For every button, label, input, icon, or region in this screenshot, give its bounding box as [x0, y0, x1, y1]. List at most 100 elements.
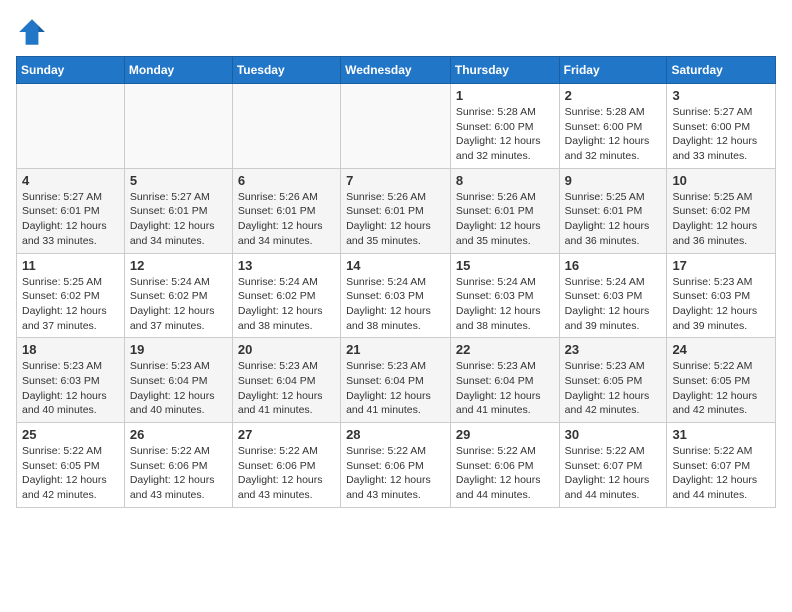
day-info: Sunrise: 5:22 AMSunset: 6:06 PMDaylight:… — [346, 444, 445, 503]
day-info: Sunrise: 5:25 AMSunset: 6:01 PMDaylight:… — [565, 190, 662, 249]
calendar-cell — [341, 84, 451, 169]
day-number: 28 — [346, 427, 445, 442]
day-info: Sunrise: 5:26 AMSunset: 6:01 PMDaylight:… — [346, 190, 445, 249]
day-info: Sunrise: 5:23 AMSunset: 6:04 PMDaylight:… — [456, 359, 554, 418]
calendar-cell: 4 Sunrise: 5:27 AMSunset: 6:01 PMDaylight… — [17, 168, 125, 253]
header-thursday: Thursday — [450, 57, 559, 84]
calendar-cell: 24 Sunrise: 5:22 AMSunset: 6:05 PMDayligh… — [667, 338, 776, 423]
calendar-cell: 21Sunrise: 5:23 AMSunset: 6:04 PMDayligh… — [341, 338, 451, 423]
day-number: 19 — [130, 342, 227, 357]
calendar-cell: 2Sunrise: 5:28 AMSunset: 6:00 PMDaylight… — [559, 84, 667, 169]
day-info: Sunrise: 5:25 AMSunset: 6:02 PMDaylight:… — [22, 275, 119, 334]
calendar-cell: 20Sunrise: 5:23 AMSunset: 6:04 PMDayligh… — [232, 338, 340, 423]
calendar-cell: 23 Sunrise: 5:23 AMSunset: 6:05 PMDayligh… — [559, 338, 667, 423]
day-number: 25 — [22, 427, 119, 442]
calendar-week-3: 11 Sunrise: 5:25 AMSunset: 6:02 PMDayligh… — [17, 253, 776, 338]
day-info: Sunrise: 5:24 AMSunset: 6:03 PMDaylight:… — [346, 275, 445, 334]
calendar-cell — [124, 84, 232, 169]
day-number: 7 — [346, 173, 445, 188]
day-info: Sunrise: 5:22 AMSunset: 6:05 PMDaylight:… — [22, 444, 119, 503]
day-number: 15 — [456, 258, 554, 273]
calendar-cell: 5 Sunrise: 5:27 AMSunset: 6:01 PMDaylight… — [124, 168, 232, 253]
calendar-header-row: SundayMondayTuesdayWednesdayThursdayFrid… — [17, 57, 776, 84]
calendar: SundayMondayTuesdayWednesdayThursdayFrid… — [16, 56, 776, 508]
day-number: 9 — [565, 173, 662, 188]
day-info: Sunrise: 5:28 AMSunset: 6:00 PMDaylight:… — [456, 105, 554, 164]
header-saturday: Saturday — [667, 57, 776, 84]
calendar-cell: 25 Sunrise: 5:22 AMSunset: 6:05 PMDayligh… — [17, 423, 125, 508]
calendar-cell: 14 Sunrise: 5:24 AMSunset: 6:03 PMDayligh… — [341, 253, 451, 338]
page-header — [16, 16, 776, 48]
day-info: Sunrise: 5:23 AMSunset: 6:03 PMDaylight:… — [22, 359, 119, 418]
calendar-cell: 28 Sunrise: 5:22 AMSunset: 6:06 PMDayligh… — [341, 423, 451, 508]
day-info: Sunrise: 5:23 AMSunset: 6:03 PMDaylight:… — [672, 275, 770, 334]
day-info: Sunrise: 5:27 AMSunset: 6:00 PMDaylight:… — [672, 105, 770, 164]
day-info: Sunrise: 5:28 AMSunset: 6:00 PMDaylight:… — [565, 105, 662, 164]
calendar-cell: 18 Sunrise: 5:23 AMSunset: 6:03 PMDayligh… — [17, 338, 125, 423]
calendar-cell: 7 Sunrise: 5:26 AMSunset: 6:01 PMDaylight… — [341, 168, 451, 253]
day-number: 18 — [22, 342, 119, 357]
day-number: 3 — [672, 88, 770, 103]
day-info: Sunrise: 5:23 AMSunset: 6:05 PMDaylight:… — [565, 359, 662, 418]
calendar-cell: 27Sunrise: 5:22 AMSunset: 6:06 PMDayligh… — [232, 423, 340, 508]
calendar-week-5: 25 Sunrise: 5:22 AMSunset: 6:05 PMDayligh… — [17, 423, 776, 508]
day-number: 10 — [672, 173, 770, 188]
day-number: 22 — [456, 342, 554, 357]
calendar-cell: 19 Sunrise: 5:23 AMSunset: 6:04 PMDayligh… — [124, 338, 232, 423]
calendar-cell — [232, 84, 340, 169]
day-number: 27 — [238, 427, 335, 442]
calendar-cell: 30 Sunrise: 5:22 AMSunset: 6:07 PMDayligh… — [559, 423, 667, 508]
day-info: Sunrise: 5:22 AMSunset: 6:06 PMDaylight:… — [130, 444, 227, 503]
day-number: 6 — [238, 173, 335, 188]
calendar-cell: 1Sunrise: 5:28 AMSunset: 6:00 PMDaylight… — [450, 84, 559, 169]
calendar-cell: 6 Sunrise: 5:26 AMSunset: 6:01 PMDaylight… — [232, 168, 340, 253]
day-number: 30 — [565, 427, 662, 442]
day-info: Sunrise: 5:26 AMSunset: 6:01 PMDaylight:… — [456, 190, 554, 249]
day-number: 23 — [565, 342, 662, 357]
header-sunday: Sunday — [17, 57, 125, 84]
day-info: Sunrise: 5:22 AMSunset: 6:07 PMDaylight:… — [672, 444, 770, 503]
day-number: 16 — [565, 258, 662, 273]
calendar-cell: 29 Sunrise: 5:22 AMSunset: 6:06 PMDayligh… — [450, 423, 559, 508]
calendar-cell: 16 Sunrise: 5:24 AMSunset: 6:03 PMDayligh… — [559, 253, 667, 338]
day-info: Sunrise: 5:22 AMSunset: 6:05 PMDaylight:… — [672, 359, 770, 418]
day-number: 5 — [130, 173, 227, 188]
day-info: Sunrise: 5:22 AMSunset: 6:07 PMDaylight:… — [565, 444, 662, 503]
calendar-cell: 8 Sunrise: 5:26 AMSunset: 6:01 PMDaylight… — [450, 168, 559, 253]
day-info: Sunrise: 5:24 AMSunset: 6:03 PMDaylight:… — [456, 275, 554, 334]
day-number: 26 — [130, 427, 227, 442]
calendar-cell: 31Sunrise: 5:22 AMSunset: 6:07 PMDayligh… — [667, 423, 776, 508]
day-info: Sunrise: 5:27 AMSunset: 6:01 PMDaylight:… — [22, 190, 119, 249]
calendar-cell: 13Sunrise: 5:24 AMSunset: 6:02 PMDayligh… — [232, 253, 340, 338]
day-number: 29 — [456, 427, 554, 442]
day-info: Sunrise: 5:23 AMSunset: 6:04 PMDaylight:… — [238, 359, 335, 418]
calendar-cell: 15 Sunrise: 5:24 AMSunset: 6:03 PMDayligh… — [450, 253, 559, 338]
day-info: Sunrise: 5:24 AMSunset: 6:02 PMDaylight:… — [130, 275, 227, 334]
day-info: Sunrise: 5:24 AMSunset: 6:03 PMDaylight:… — [565, 275, 662, 334]
day-number: 24 — [672, 342, 770, 357]
logo-icon — [16, 16, 48, 48]
day-number: 14 — [346, 258, 445, 273]
day-number: 12 — [130, 258, 227, 273]
calendar-cell: 10 Sunrise: 5:25 AMSunset: 6:02 PMDayligh… — [667, 168, 776, 253]
day-number: 17 — [672, 258, 770, 273]
calendar-week-2: 4 Sunrise: 5:27 AMSunset: 6:01 PMDaylight… — [17, 168, 776, 253]
header-monday: Monday — [124, 57, 232, 84]
calendar-week-4: 18 Sunrise: 5:23 AMSunset: 6:03 PMDayligh… — [17, 338, 776, 423]
day-number: 8 — [456, 173, 554, 188]
day-info: Sunrise: 5:25 AMSunset: 6:02 PMDaylight:… — [672, 190, 770, 249]
day-info: Sunrise: 5:24 AMSunset: 6:02 PMDaylight:… — [238, 275, 335, 334]
day-info: Sunrise: 5:27 AMSunset: 6:01 PMDaylight:… — [130, 190, 227, 249]
calendar-week-1: 1Sunrise: 5:28 AMSunset: 6:00 PMDaylight… — [17, 84, 776, 169]
header-wednesday: Wednesday — [341, 57, 451, 84]
day-info: Sunrise: 5:26 AMSunset: 6:01 PMDaylight:… — [238, 190, 335, 249]
day-info: Sunrise: 5:22 AMSunset: 6:06 PMDaylight:… — [456, 444, 554, 503]
calendar-cell: 9 Sunrise: 5:25 AMSunset: 6:01 PMDaylight… — [559, 168, 667, 253]
day-number: 21 — [346, 342, 445, 357]
calendar-cell — [17, 84, 125, 169]
day-number: 4 — [22, 173, 119, 188]
calendar-cell: 17 Sunrise: 5:23 AMSunset: 6:03 PMDayligh… — [667, 253, 776, 338]
calendar-cell: 22 Sunrise: 5:23 AMSunset: 6:04 PMDayligh… — [450, 338, 559, 423]
day-info: Sunrise: 5:23 AMSunset: 6:04 PMDaylight:… — [130, 359, 227, 418]
day-number: 11 — [22, 258, 119, 273]
